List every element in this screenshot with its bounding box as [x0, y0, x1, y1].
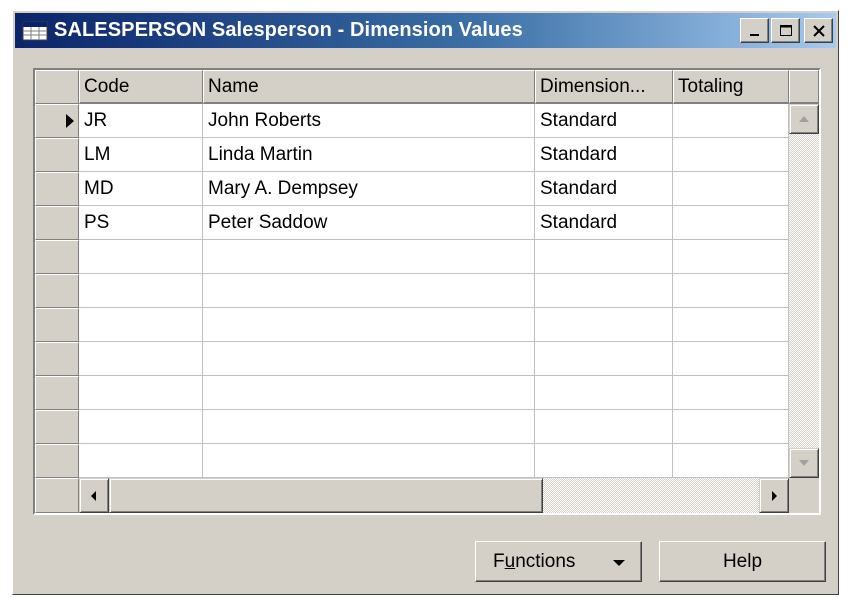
row-selector[interactable] [35, 342, 79, 376]
cell-dimension[interactable]: Standard [535, 104, 673, 138]
cell-code[interactable] [79, 342, 203, 376]
cell-totaling[interactable] [673, 172, 789, 206]
close-button[interactable] [804, 18, 833, 43]
cell-code[interactable]: MD [79, 172, 203, 206]
horizontal-scrollbar[interactable] [79, 478, 789, 513]
cell-code[interactable] [79, 308, 203, 342]
column-header-filler [789, 70, 819, 104]
cell-code[interactable] [79, 410, 203, 444]
cell-name[interactable] [203, 376, 535, 410]
cell-name[interactable]: John Roberts [203, 104, 535, 138]
cell-code[interactable]: JR [79, 104, 203, 138]
horizontal-scroll-thumb[interactable] [109, 478, 543, 513]
cell-name[interactable]: Peter Saddow [203, 206, 535, 240]
column-header-name[interactable]: Name [203, 70, 535, 104]
cell-totaling[interactable] [673, 206, 789, 240]
cell-name[interactable] [203, 410, 535, 444]
maximize-icon [779, 24, 792, 36]
scroll-left-button[interactable] [79, 478, 109, 513]
cell-totaling[interactable] [673, 376, 789, 410]
close-icon [812, 24, 825, 37]
scroll-up-button[interactable] [789, 104, 819, 134]
cell-totaling[interactable] [673, 308, 789, 342]
column-header-dimension[interactable]: Dimension... [535, 70, 673, 104]
row-selector[interactable] [35, 444, 79, 478]
window-title: SALESPERSON Salesperson - Dimension Valu… [54, 19, 523, 41]
cell-code[interactable] [79, 444, 203, 478]
cell-code[interactable] [79, 274, 203, 308]
cell-name[interactable]: Mary A. Dempsey [203, 172, 535, 206]
cell-totaling[interactable] [673, 138, 789, 172]
title-bar[interactable]: SALESPERSON Salesperson - Dimension Valu… [15, 13, 836, 48]
dimension-values-table: Code Name Dimension... Totaling JR John R… [33, 68, 821, 515]
row-selector[interactable] [35, 104, 79, 138]
help-button[interactable]: Help [659, 541, 826, 582]
row-selector[interactable] [35, 240, 79, 274]
cell-dimension[interactable] [535, 376, 673, 410]
arrow-down-icon [799, 460, 809, 466]
cell-name[interactable] [203, 240, 535, 274]
corner-header [35, 70, 79, 104]
cell-totaling[interactable] [673, 342, 789, 376]
functions-label: Functions [493, 550, 576, 572]
chevron-down-icon [613, 560, 625, 566]
row-selector[interactable] [35, 274, 79, 308]
scroll-right-button[interactable] [759, 478, 789, 513]
cell-dimension[interactable]: Standard [535, 138, 673, 172]
cell-totaling[interactable] [673, 104, 789, 138]
cell-name[interactable]: Linda Martin [203, 138, 535, 172]
cell-totaling[interactable] [673, 240, 789, 274]
cell-code[interactable]: LM [79, 138, 203, 172]
cell-code[interactable] [79, 240, 203, 274]
cell-name[interactable] [203, 308, 535, 342]
cell-dimension[interactable]: Standard [535, 206, 673, 240]
cell-dimension[interactable] [535, 240, 673, 274]
dimension-values-window: SALESPERSON Salesperson - Dimension Valu… [12, 10, 839, 595]
table-body: JR John Roberts Standard LM Linda Martin Stan… [79, 104, 789, 478]
window-controls [738, 18, 833, 43]
cell-name[interactable] [203, 342, 535, 376]
maximize-button[interactable] [771, 18, 800, 43]
cell-totaling[interactable] [673, 444, 789, 478]
arrow-right-icon [772, 490, 777, 501]
footer-selector [35, 478, 79, 513]
cell-dimension[interactable] [535, 342, 673, 376]
cell-dimension[interactable] [535, 274, 673, 308]
column-header-totaling[interactable]: Totaling [673, 70, 789, 104]
minimize-icon [749, 33, 759, 36]
row-selector[interactable] [35, 206, 79, 240]
cell-name[interactable] [203, 274, 535, 308]
vertical-scrollbar[interactable] [789, 104, 819, 478]
cell-totaling[interactable] [673, 410, 789, 444]
table-icon [22, 21, 48, 40]
row-selector[interactable] [35, 410, 79, 444]
cell-totaling[interactable] [673, 274, 789, 308]
cell-dimension[interactable] [535, 410, 673, 444]
minimize-button[interactable] [740, 18, 769, 43]
row-selector[interactable] [35, 376, 79, 410]
functions-button[interactable]: Functions [475, 541, 642, 582]
row-selector[interactable] [35, 172, 79, 206]
cell-dimension[interactable] [535, 444, 673, 478]
arrow-up-icon [799, 116, 809, 122]
row-selector[interactable] [35, 308, 79, 342]
column-header-code[interactable]: Code [79, 70, 203, 104]
scroll-down-button[interactable] [789, 448, 819, 478]
scroll-corner [789, 478, 819, 513]
cell-dimension[interactable]: Standard [535, 172, 673, 206]
arrow-left-icon [91, 490, 96, 501]
cell-dimension[interactable] [535, 308, 673, 342]
cell-name[interactable] [203, 444, 535, 478]
row-selector[interactable] [35, 138, 79, 172]
cell-code[interactable]: PS [79, 206, 203, 240]
cell-code[interactable] [79, 376, 203, 410]
current-row-indicator-icon [66, 114, 74, 128]
